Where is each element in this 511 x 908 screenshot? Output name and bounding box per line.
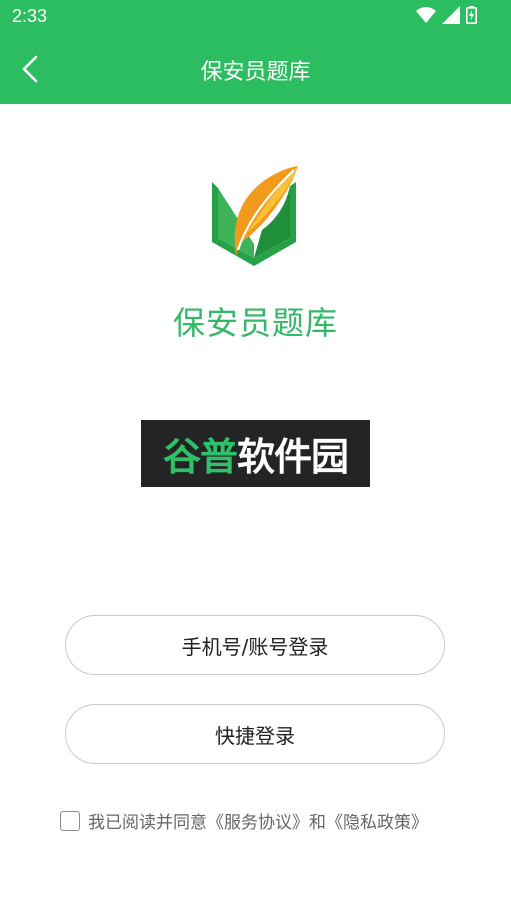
- wifi-icon: [416, 6, 436, 28]
- watermark-logo: 谷普 软件园: [141, 420, 370, 487]
- battery-charging-icon: [466, 6, 477, 28]
- watermark-part2: 软件园: [237, 435, 349, 479]
- agreement-checkbox[interactable]: [60, 810, 80, 831]
- app-name: 保安员题库: [172, 304, 338, 342]
- leaf-book-logo: [206, 164, 302, 270]
- signal-icon: [442, 6, 460, 28]
- agreement-text[interactable]: 我已阅读并同意《服务协议》和《隐私政策》: [88, 808, 428, 833]
- quick-login-button[interactable]: 快捷登录: [65, 704, 445, 764]
- app-bar: 保安员题库: [0, 34, 511, 104]
- watermark-part1: 谷普: [162, 435, 238, 479]
- phone-login-button[interactable]: 手机号/账号登录: [65, 615, 445, 675]
- agreement-row: 我已阅读并同意《服务协议》和《隐私政策》: [60, 808, 428, 833]
- status-icons: [416, 6, 477, 28]
- page-title: 保安员题库: [200, 60, 311, 85]
- status-bar: 2:33: [0, 0, 511, 34]
- status-time: 2:33: [12, 6, 48, 26]
